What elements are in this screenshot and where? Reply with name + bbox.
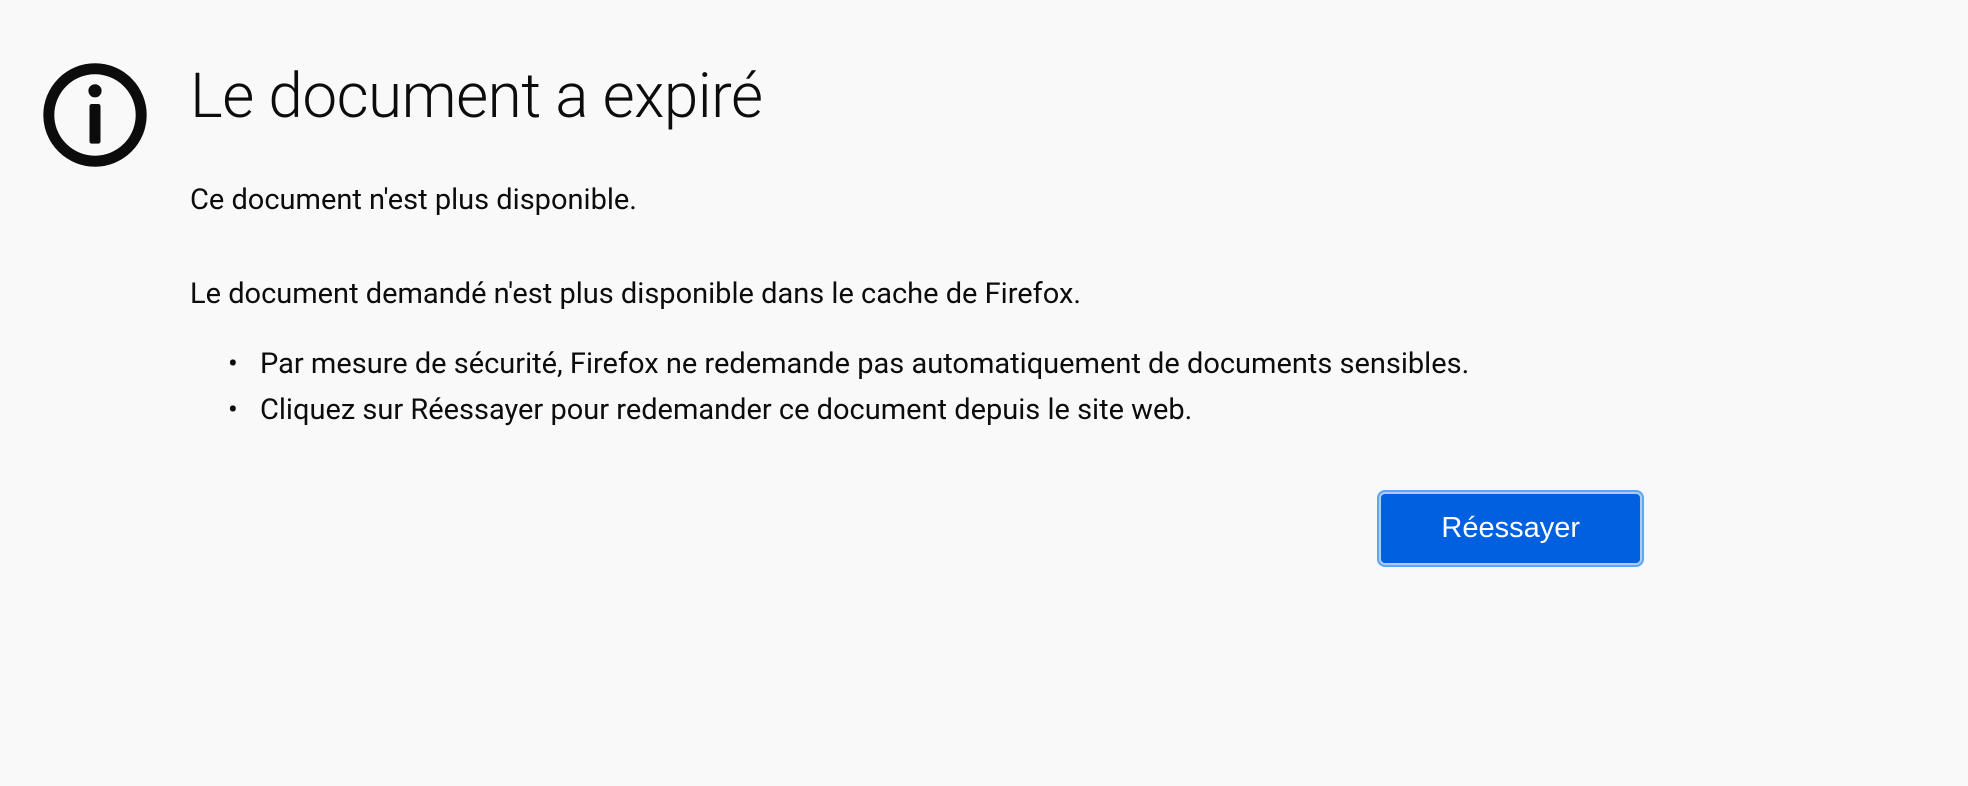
list-item: Cliquez sur Réessayer pour redemander ce… [240, 387, 1640, 433]
icon-wrapper [40, 60, 150, 174]
error-bullet-list: Par mesure de sécurité, Firefox ne redem… [190, 341, 1640, 434]
error-title: Le document a expiré [190, 60, 1640, 133]
error-subtitle: Ce document n'est plus disponible. [190, 183, 1640, 217]
list-item: Par mesure de sécurité, Firefox ne redem… [240, 341, 1640, 387]
info-icon [40, 60, 150, 170]
button-row: Réessayer [190, 494, 1640, 563]
error-content: Le document a expiré Ce document n'est p… [190, 60, 1640, 563]
error-page-container: Le document a expiré Ce document n'est p… [40, 60, 1928, 563]
error-description: Le document demandé n'est plus disponibl… [190, 277, 1640, 311]
retry-button[interactable]: Réessayer [1381, 494, 1640, 563]
